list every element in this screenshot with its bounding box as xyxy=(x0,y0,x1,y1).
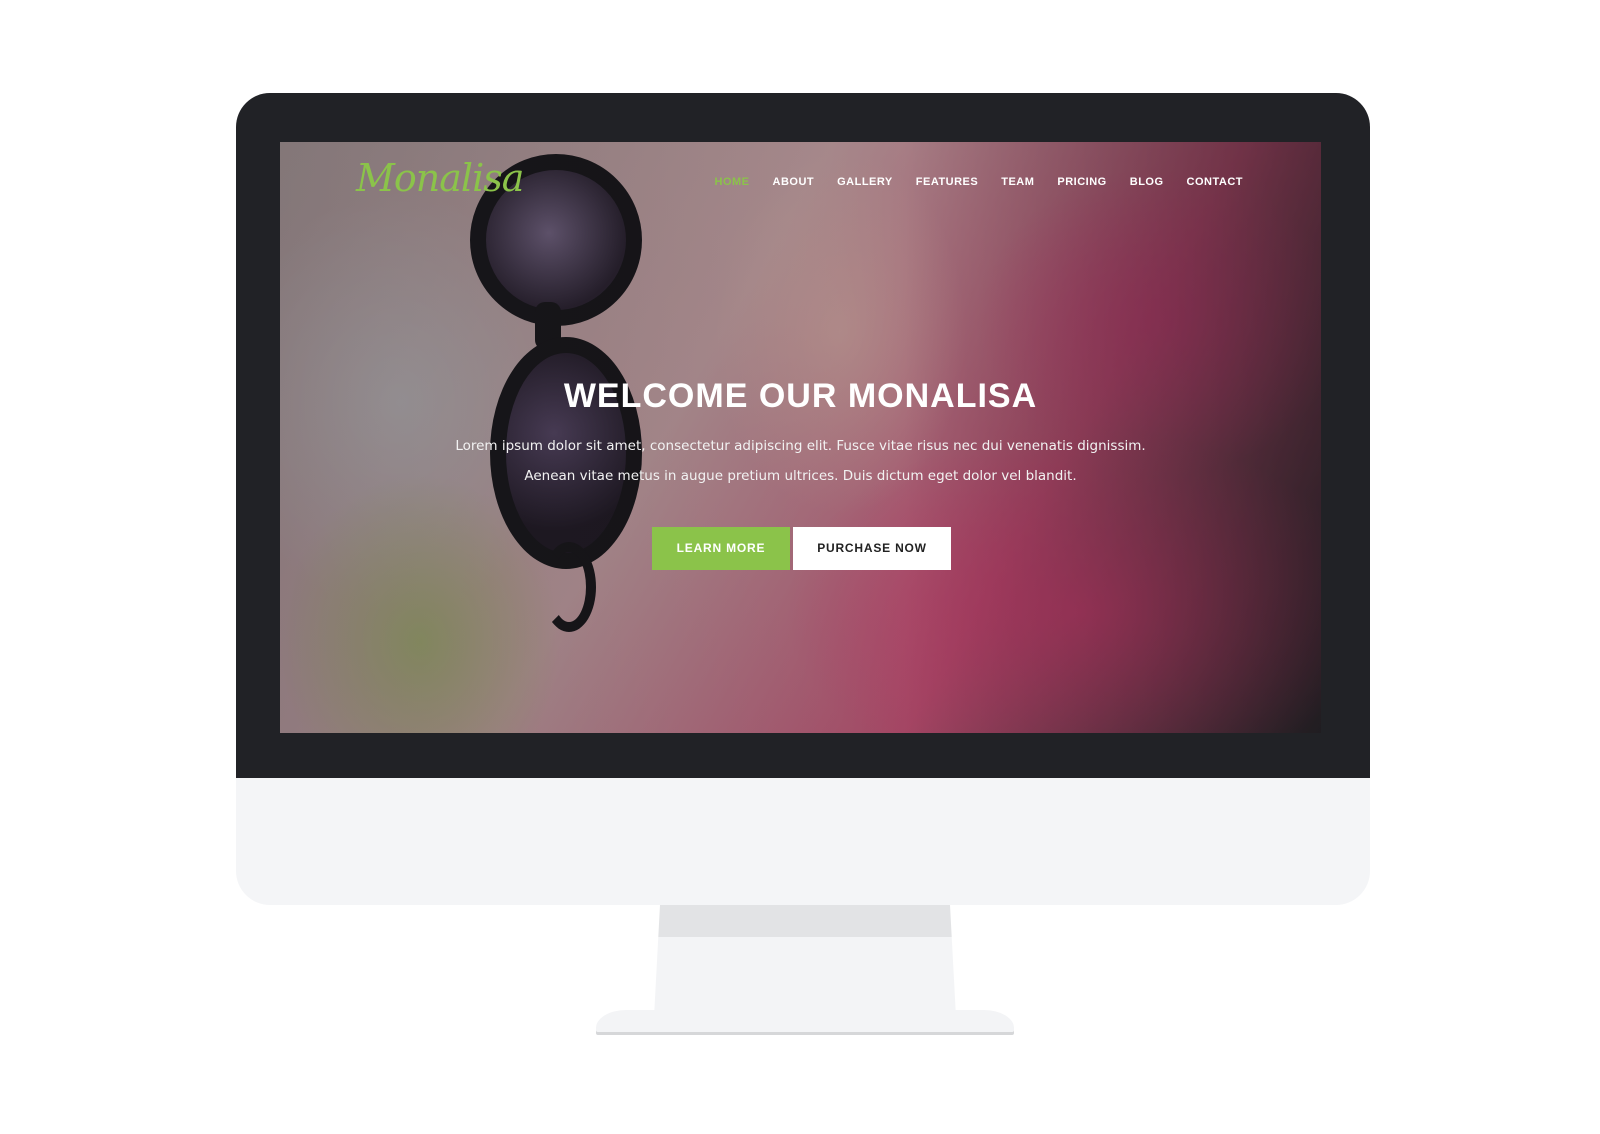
nav-item-home[interactable]: HOME xyxy=(715,176,750,188)
purchase-now-button[interactable]: PURCHASE NOW xyxy=(793,527,951,570)
hero-section: Monalisa HOME ABOUT GALLERY FEATURES TEA… xyxy=(280,142,1321,733)
hero-description-line-2: Aenean vitae metus in augue pretium ultr… xyxy=(524,468,1077,484)
nav-item-features[interactable]: FEATURES xyxy=(916,176,978,188)
nav-item-about[interactable]: ABOUT xyxy=(773,176,815,188)
device-mockup: Monalisa HOME ABOUT GALLERY FEATURES TEA… xyxy=(0,0,1600,1134)
monitor-stand-base xyxy=(596,1010,1014,1032)
nav-item-blog[interactable]: BLOG xyxy=(1130,176,1164,188)
site-logo[interactable]: Monalisa xyxy=(356,156,524,200)
nav-item-gallery[interactable]: GALLERY xyxy=(837,176,893,188)
main-nav: HOME ABOUT GALLERY FEATURES TEAM PRICING… xyxy=(692,176,1244,188)
hero-description-line-1: Lorem ipsum dolor sit amet, consectetur … xyxy=(455,438,1146,454)
nav-item-contact[interactable]: CONTACT xyxy=(1187,176,1243,188)
learn-more-button[interactable]: LEARN MORE xyxy=(652,527,790,570)
nav-item-team[interactable]: TEAM xyxy=(1001,176,1034,188)
hero-title: WELCOME OUR MONALISA xyxy=(563,377,1038,415)
monitor-chin xyxy=(236,778,1370,905)
nav-item-pricing[interactable]: PRICING xyxy=(1057,176,1106,188)
